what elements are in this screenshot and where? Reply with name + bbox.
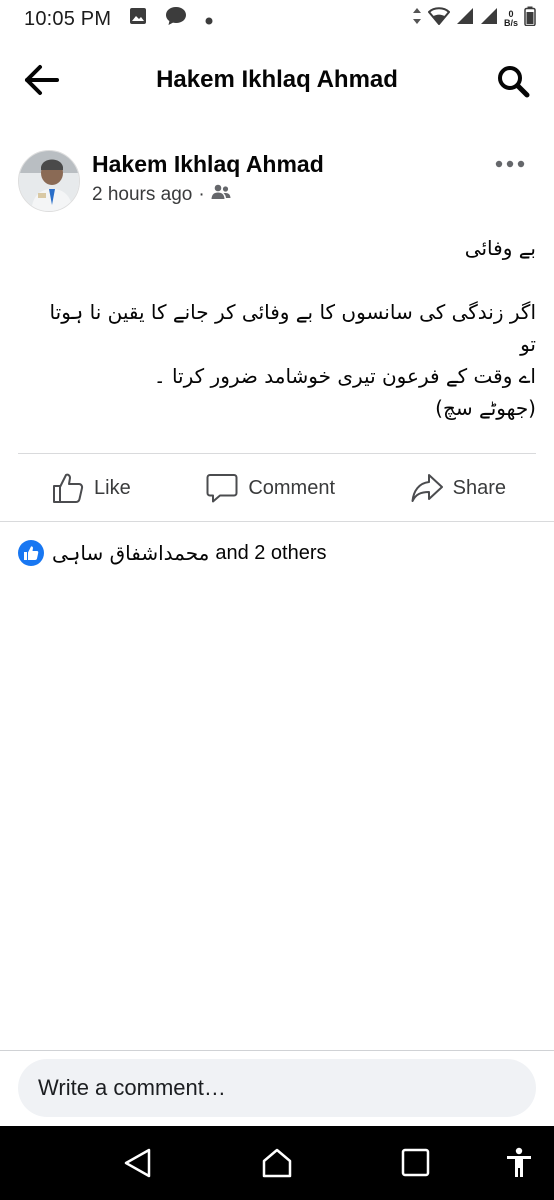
comment-label: Comment — [248, 476, 336, 499]
post-meta: 2 hours ago · — [92, 184, 231, 206]
signal-icon — [456, 7, 474, 31]
more-dots-icon — [495, 160, 525, 168]
status-bar: 10:05 PM 0 B/s — [0, 0, 554, 38]
friends-icon — [211, 184, 231, 206]
post-line: (جھوٹے سچ) — [435, 396, 536, 420]
avatar[interactable] — [18, 150, 80, 212]
page-title: Hakem Ikhlaq Ahmad — [156, 66, 398, 93]
search-button[interactable] — [496, 64, 530, 98]
nav-recents-button[interactable] — [399, 1146, 433, 1180]
share-arrow-icon — [411, 474, 443, 502]
comment-button[interactable]: Comment — [206, 472, 335, 504]
notification-icons — [129, 6, 213, 32]
post-line: تو — [520, 332, 536, 356]
author-name[interactable]: Hakem Ikhlaq Ahmad — [92, 151, 324, 178]
chat-icon — [165, 6, 187, 32]
reactor-name: محمداشفاق ساہی — [52, 541, 210, 565]
post-body: بے وفائی اگر زندگی کی سانسوں کا بے وفائی… — [18, 232, 536, 424]
dot-icon — [205, 8, 213, 31]
share-button[interactable]: Share — [411, 472, 506, 504]
status-time: 10:05 PM — [24, 7, 112, 30]
reactions-summary[interactable]: محمداشفاق ساہی and 2 others — [18, 540, 327, 566]
meta-separator: · — [198, 184, 205, 205]
signal-2-icon — [480, 7, 498, 31]
profile-photo — [19, 151, 79, 211]
gallery-icon — [129, 7, 147, 31]
nav-home-button[interactable] — [260, 1146, 294, 1180]
data-arrows-icon — [412, 7, 422, 31]
search-icon — [498, 66, 530, 98]
like-button[interactable]: Like — [52, 472, 131, 504]
comment-input[interactable]: Write a comment… — [18, 1059, 536, 1117]
system-icons: 0 B/s — [412, 6, 536, 32]
nav-home-icon — [262, 1148, 292, 1178]
post-line: اگر زندگی کی سانسوں کا بے وفائی کر جانے … — [49, 300, 536, 324]
post-line-empty — [18, 264, 536, 296]
system-nav-bar — [0, 1126, 554, 1200]
post-time[interactable]: 2 hours ago — [92, 184, 192, 206]
nav-recents-icon — [401, 1148, 430, 1177]
nav-back-button[interactable] — [121, 1146, 155, 1180]
post-line: اے وقت کے فرعون تیری خوشامد ضرور کرتا ۔ — [153, 364, 536, 388]
comment-bubble-icon — [206, 474, 238, 503]
nav-back-icon — [124, 1148, 151, 1178]
wifi-icon — [427, 7, 451, 31]
accessibility-icon — [507, 1147, 531, 1177]
post-line: بے وفائی — [464, 236, 536, 260]
share-label: Share — [452, 476, 506, 499]
like-reaction-icon — [18, 540, 44, 566]
net-speed: 0 B/s — [504, 10, 518, 28]
thumbs-up-icon — [53, 473, 84, 503]
post-actions: Like Comment Share — [18, 456, 536, 520]
more-options-button[interactable] — [494, 154, 526, 174]
accessibility-button[interactable] — [502, 1146, 536, 1180]
reaction-text: محمداشفاق ساہی and 2 others — [52, 541, 327, 565]
reaction-others: and 2 others — [215, 541, 327, 564]
net-speed-unit: B/s — [503, 18, 518, 28]
actions-divider — [18, 453, 536, 454]
app-header: Hakem Ikhlaq Ahmad — [0, 48, 554, 112]
post-header: Hakem Ikhlaq Ahmad 2 hours ago · — [18, 148, 536, 212]
comment-bar: Write a comment… — [0, 1050, 554, 1126]
battery-icon — [524, 6, 536, 32]
reactions-divider — [0, 521, 554, 522]
like-label: Like — [94, 476, 131, 499]
